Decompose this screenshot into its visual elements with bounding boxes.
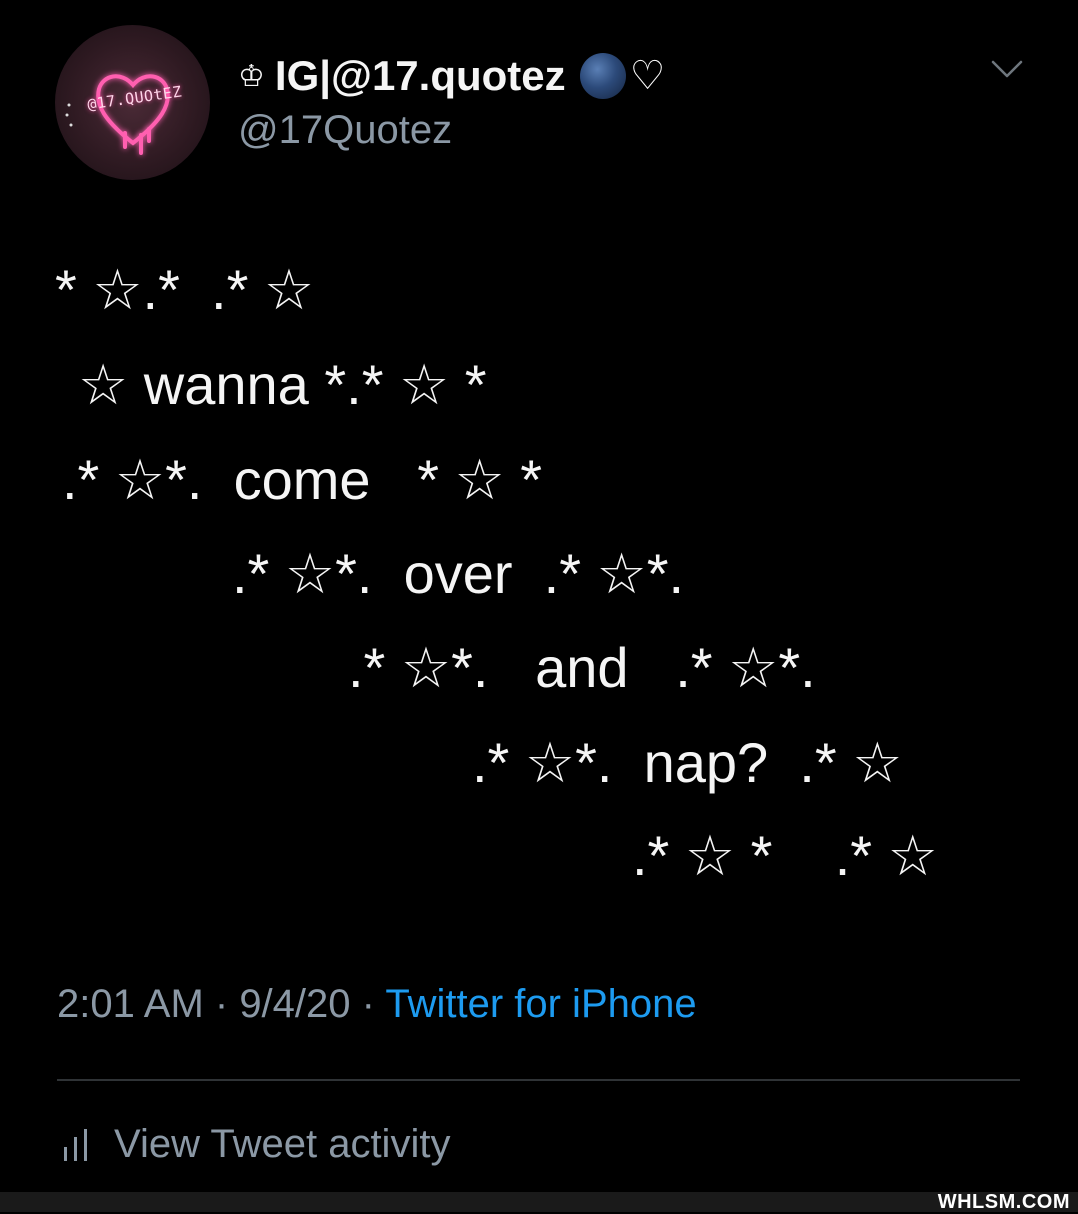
tweet-time: 2:01 AM <box>57 982 204 1026</box>
tweet-line-7: .* ☆ * .* ☆ <box>632 824 938 887</box>
tweet-line-5: .* ☆*. and .* ☆*. <box>348 636 816 699</box>
meta-separator: · <box>203 982 240 1026</box>
tweet-line-1: * ☆.* .* ☆ <box>55 258 315 321</box>
avatar[interactable]: @17.QUOtEZ <box>55 25 210 180</box>
tweet-line-4: .* ☆*. over .* ☆*. <box>232 542 685 605</box>
globe-icon <box>579 53 626 99</box>
tweet-date: 9/4/20 <box>239 982 351 1026</box>
bar-chart-icon <box>64 1128 87 1161</box>
tweet-meta: 2:01 AM · 9/4/20 · Twitter for iPhone <box>57 982 697 1027</box>
view-tweet-activity-button[interactable]: View Tweet activity <box>62 1122 450 1167</box>
display-name-text: IG|@17.quotez <box>274 52 566 99</box>
tweet-line-6: .* ☆*. nap? .* ☆ <box>472 731 903 794</box>
display-name[interactable]: ♔ IG|@17.quotez ♡ <box>238 52 666 100</box>
divider <box>57 1079 1020 1081</box>
chevron-down-icon[interactable] <box>990 58 1024 80</box>
tweet-line-3: .* ☆*. come * ☆ * <box>62 448 543 511</box>
user-handle[interactable]: @17Quotez <box>238 108 452 153</box>
tweet-line-2: ☆ wanna *.* ☆ * <box>78 353 487 416</box>
heart-icon: ♡ <box>629 54 666 98</box>
footer-bar <box>0 1192 1078 1212</box>
view-tweet-activity-label: View Tweet activity <box>114 1122 451 1166</box>
tweet-source-link[interactable]: Twitter for iPhone <box>385 982 696 1026</box>
watermark: WHLSM.COM <box>937 1191 1070 1213</box>
crown-icon: ♔ <box>238 59 265 93</box>
meta-separator: · <box>350 982 386 1026</box>
